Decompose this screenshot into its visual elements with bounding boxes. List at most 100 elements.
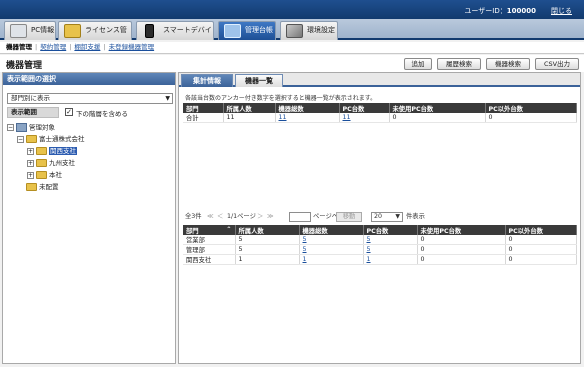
column-header[interactable]: 部門 ⌃ — [183, 225, 236, 235]
scope-row: 表示範囲 ✓ 下の階層を含める — [7, 107, 173, 118]
page-size-select[interactable]: 20 ▼ — [371, 212, 403, 222]
next-page-button[interactable]: ＞ — [257, 211, 263, 223]
cell-total-devices: 1 — [299, 254, 364, 265]
table-row: 営業部 5 5 5 0 0 — [183, 235, 577, 245]
tree-node-unassigned[interactable]: 未配置 — [17, 183, 59, 192]
subnav-unregistered-devices[interactable]: 未登録機器管理 — [109, 43, 155, 51]
total-devices-link[interactable]: 11 — [279, 114, 287, 121]
expand-icon[interactable]: + — [27, 171, 34, 179]
cell-pc-count: 5 — [363, 235, 418, 245]
page-indicator: 1/1ページ — [227, 213, 256, 220]
csv-export-button[interactable]: CSV出力 — [535, 58, 579, 70]
cell-non-pc: 0 — [485, 113, 577, 123]
chevron-down-icon: ▼ — [395, 213, 400, 220]
cell-department: 合計 — [183, 113, 224, 123]
folder-icon — [26, 183, 37, 191]
tree-node-label: 管理対象 — [29, 123, 55, 132]
table-header-row: 部門 ⌃ 所属人数 機器総数 PC台数 未使用PC台数 PC以外台数 — [183, 225, 577, 235]
total-devices-link[interactable]: 5 — [303, 246, 307, 253]
expand-icon[interactable]: + — [27, 147, 34, 155]
pc-count-link[interactable]: 5 — [367, 246, 371, 253]
history-search-button[interactable]: 履歴検索 — [437, 58, 481, 70]
cell-department: 営業部 — [183, 235, 236, 245]
collapse-icon[interactable]: − — [17, 135, 24, 143]
logout-link[interactable]: 閉じる — [551, 6, 572, 16]
select-value: 部門別に表示 — [11, 94, 50, 102]
cell-pc-count: 5 — [363, 244, 418, 255]
total-devices-link[interactable]: 1 — [303, 256, 307, 263]
column-header: 部門 — [183, 103, 224, 113]
subnav-contract-management[interactable]: 契約管理 — [40, 43, 66, 51]
tree-node-label: 九州支社 — [49, 159, 75, 167]
folder-icon — [26, 135, 37, 143]
move-button[interactable]: 移動 — [336, 212, 362, 222]
license-icon — [64, 24, 81, 38]
instruction-note: 各該当台数のアンカー付き数字を選択すると機器一覧が表示されます。 — [185, 95, 377, 102]
subnav-inventory-support[interactable]: 棚卸支援 — [74, 43, 100, 51]
prev-page-button[interactable]: ＜ — [217, 211, 223, 223]
column-header[interactable]: PC以外台数 — [505, 225, 577, 235]
pc-count-link[interactable]: 1 — [367, 256, 371, 263]
cell-unused-pc: 0 — [389, 113, 486, 123]
subnav-separator: | — [103, 43, 106, 51]
table-row: 合計 11 11 11 0 0 — [183, 113, 577, 123]
tab-smart-device[interactable]: スマートデバイス — [136, 21, 214, 51]
column-header: 未使用PC台数 — [389, 103, 486, 113]
display-mode-select[interactable]: 部門別に表示 ▼ — [7, 93, 173, 104]
expand-icon[interactable]: + — [27, 159, 34, 167]
goto-page-label: ページへ — [313, 213, 339, 220]
cell-unused-pc: 0 — [417, 244, 506, 255]
subnav-device-management[interactable]: 機器管理 — [6, 43, 32, 51]
column-header[interactable]: 所属人数 — [235, 225, 300, 235]
first-page-button[interactable]: ≪ — [207, 211, 214, 223]
column-header[interactable]: 未使用PC台数 — [417, 225, 506, 235]
department-list-table: 部門 ⌃ 所属人数 機器総数 PC台数 未使用PC台数 PC以外台数 営業部 5… — [183, 225, 577, 265]
pc-icon — [10, 24, 27, 38]
device-search-button[interactable]: 機器検索 — [486, 58, 530, 70]
tree-node-label: 本社 — [49, 171, 62, 179]
tab-pc-info[interactable]: PC情報 — [4, 21, 56, 40]
tab-ledger[interactable]: 管理台帳 — [218, 21, 276, 40]
tab-license[interactable]: ライセンス管理 — [58, 21, 132, 51]
last-page-button[interactable]: ≫ — [267, 211, 274, 223]
tree-node-label: 富士通株式会社 — [39, 135, 85, 143]
column-header: 機器総数 — [275, 103, 340, 113]
column-header: 所属人数 — [223, 103, 276, 113]
user-id-display: ユーザーID：100000 — [464, 6, 536, 16]
pagination-bar: 全3件 ≪ ＜ 1/1ページ ＞ ≫ ページへ 移動 20 ▼ 件表示 — [185, 211, 455, 223]
pc-count-link[interactable]: 5 — [367, 236, 371, 243]
tab-summary[interactable]: 集計情報 — [181, 74, 233, 87]
total-devices-link[interactable]: 5 — [303, 236, 307, 243]
collapse-icon[interactable]: − — [7, 124, 14, 131]
pc-count-link[interactable]: 11 — [343, 114, 351, 121]
folder-icon — [36, 147, 47, 155]
scope-pane-header: 表示範囲の選択 — [3, 73, 175, 85]
sort-icon[interactable]: ⌃ — [226, 226, 231, 233]
content-tab-bar: 集計情報 機器一覧 — [179, 73, 580, 87]
scope-selection-pane: 表示範囲の選択 部門別に表示 ▼ 表示範囲 ✓ 下の階層を含める − 管理対象 −… — [2, 72, 176, 364]
tree-node-root[interactable]: − 管理対象 — [7, 123, 55, 132]
page-size-label: 件表示 — [406, 213, 425, 220]
tree-node-kansai[interactable]: + 関西支社 — [27, 147, 77, 156]
page-number-input[interactable] — [289, 212, 311, 222]
cell-unused-pc: 0 — [417, 235, 506, 245]
column-header[interactable]: PC台数 — [363, 225, 418, 235]
column-header[interactable]: 機器総数 — [299, 225, 364, 235]
summary-table: 部門 所属人数 機器総数 PC台数 未使用PC台数 PC以外台数 合計 11 1… — [183, 103, 577, 123]
folder-icon — [36, 171, 47, 179]
tree-node-company[interactable]: − 富士通株式会社 — [17, 135, 85, 144]
tree-node-headquarters[interactable]: + 本社 — [27, 171, 62, 180]
subnav-separator: | — [69, 43, 72, 51]
column-header: PC台数 — [339, 103, 390, 113]
root-icon — [16, 123, 27, 132]
cell-members: 11 — [223, 113, 276, 123]
cell-non-pc: 0 — [505, 244, 577, 255]
tab-settings[interactable]: 環境設定 — [280, 21, 338, 40]
tab-device-list[interactable]: 機器一覧 — [235, 74, 283, 87]
include-lower-levels-checkbox[interactable]: ✓ — [65, 108, 73, 116]
add-button[interactable]: 追加 — [404, 58, 432, 70]
ledger-icon — [224, 24, 241, 38]
subnav-separator: | — [35, 43, 38, 51]
tree-node-kyushu[interactable]: + 九州支社 — [27, 159, 75, 168]
table-row: 管理部 5 5 5 0 0 — [183, 244, 577, 255]
